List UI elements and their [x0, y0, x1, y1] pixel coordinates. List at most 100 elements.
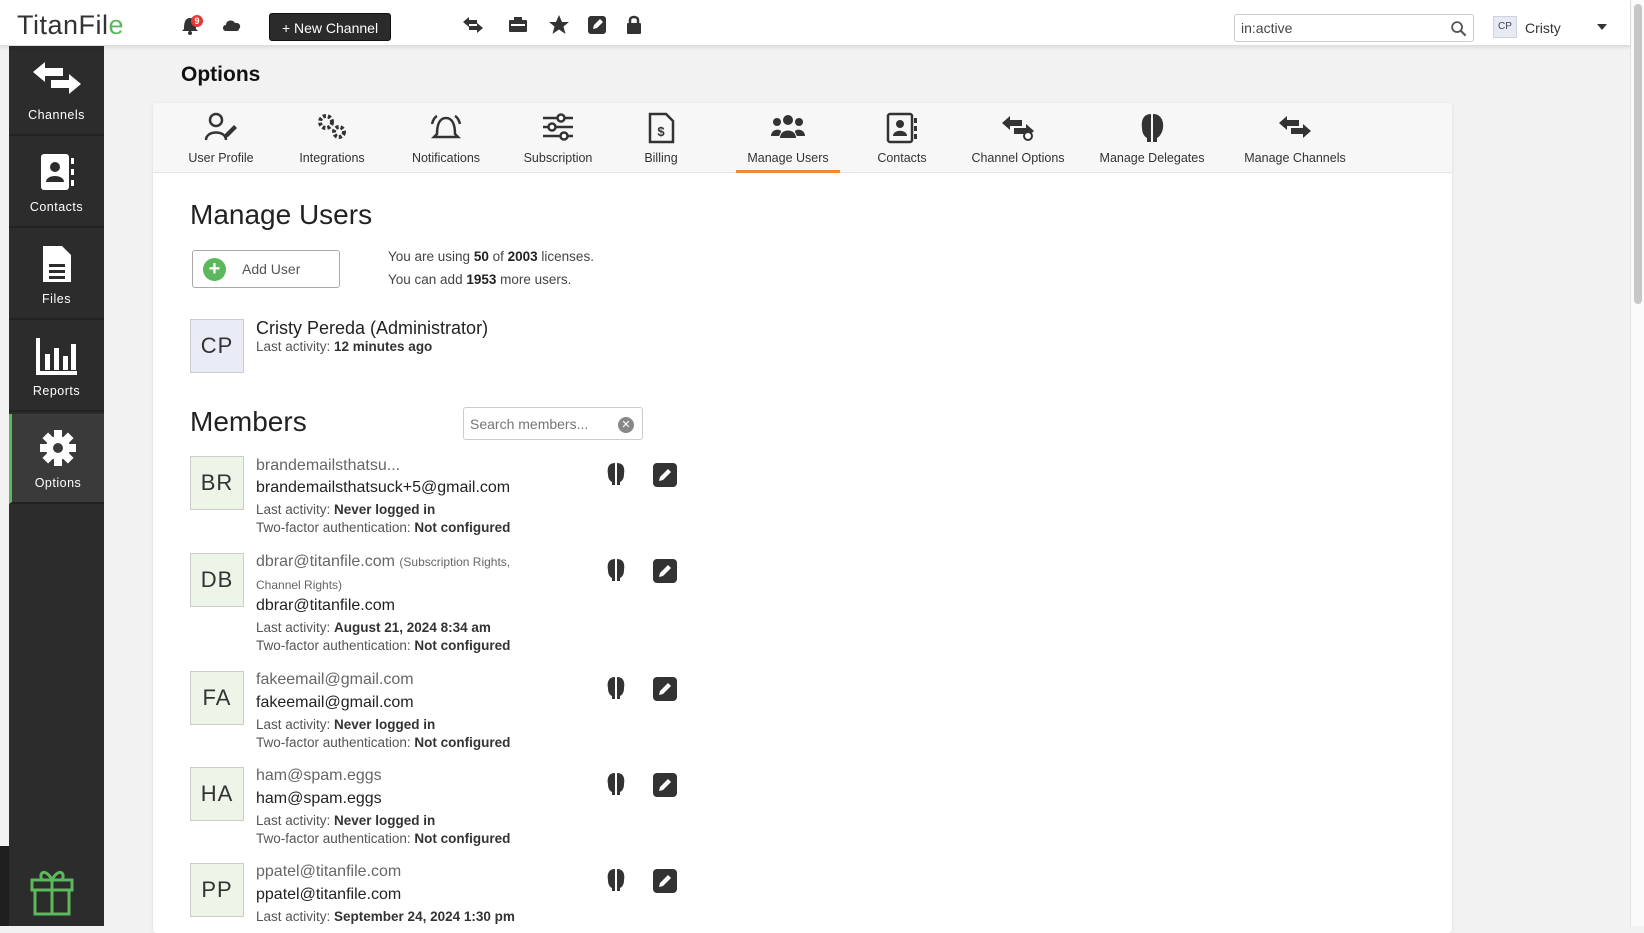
- invoice-icon: $: [648, 112, 675, 144]
- delegate-icon[interactable]: [604, 462, 628, 486]
- tab-contacts[interactable]: Contacts: [854, 103, 950, 173]
- member-email: brandemailsthatsuck+5@gmail.com: [256, 479, 511, 496]
- sidebar: Channels Contacts Files Reports Options: [9, 46, 104, 926]
- member-name: fakeemail@gmail.com: [256, 671, 414, 688]
- member-2fa: Two-factor authentication: Not configure…: [256, 735, 511, 750]
- user-avatar: CP: [1493, 16, 1517, 38]
- member-name: brandemailsthatsu...: [256, 457, 401, 474]
- member-rights-cont: Channel Rights): [256, 578, 343, 592]
- bar-chart-icon: [35, 338, 77, 375]
- edit-icon[interactable]: [653, 869, 677, 893]
- edit-icon[interactable]: [653, 463, 677, 487]
- add-user-button[interactable]: + Add User: [192, 250, 340, 288]
- edit-icon[interactable]: [653, 677, 677, 701]
- arrows-swap-icon: [1279, 116, 1311, 138]
- member-last-activity: Last activity: Never logged in: [256, 717, 436, 732]
- cloud-icon[interactable]: [220, 13, 244, 37]
- top-bar: TitanFile 9 + New Channel CP Cristy: [0, 0, 1630, 46]
- member-name: dbrar@titanfile.com (Subscription Rights…: [256, 553, 511, 570]
- gears-icon: [318, 114, 346, 139]
- admin-name: Cristy Pereda (Administrator): [256, 318, 489, 338]
- member-email: dbrar@titanfile.com: [256, 597, 395, 614]
- tab-manage-users[interactable]: Manage Users: [736, 103, 840, 173]
- member-last-activity: Last activity: Never logged in: [256, 502, 436, 517]
- member-email: fakeemail@gmail.com: [256, 694, 414, 711]
- delegate-icon[interactable]: [604, 868, 628, 892]
- svg-text:$: $: [657, 124, 665, 139]
- user-edit-icon: [204, 112, 237, 141]
- compose-icon[interactable]: [585, 13, 609, 37]
- contact-card-icon: [40, 154, 74, 190]
- users-group-icon: [771, 115, 805, 138]
- clear-search-icon[interactable]: ✕: [618, 417, 634, 433]
- tab-channel-options[interactable]: Channel Options: [960, 103, 1076, 173]
- edit-icon[interactable]: [653, 559, 677, 583]
- members-search-input[interactable]: [464, 408, 614, 439]
- member-last-activity: Last activity: September 24, 2024 1:30 p…: [256, 909, 515, 924]
- notification-bell-icon: [430, 114, 462, 139]
- titanfile-logo[interactable]: TitanFile: [17, 10, 124, 41]
- page-title: Options: [181, 63, 261, 86]
- sidebar-item-contacts[interactable]: Contacts: [9, 138, 104, 228]
- manage-users-heading: Manage Users: [190, 199, 373, 230]
- gift-icon[interactable]: [28, 866, 76, 916]
- tab-billing[interactable]: $ Billing: [613, 103, 709, 173]
- member-last-activity: Last activity: Never logged in: [256, 813, 436, 828]
- member-2fa: Two-factor authentication: Not configure…: [256, 520, 511, 535]
- channel-settings-icon: [1002, 116, 1034, 141]
- members-search: ✕: [463, 407, 643, 440]
- delegate-icon[interactable]: [604, 676, 628, 700]
- lock-icon[interactable]: [622, 13, 646, 37]
- inbox-tray-icon[interactable]: [506, 13, 530, 37]
- members-heading: Members: [190, 406, 307, 437]
- sidebar-item-reports[interactable]: Reports: [9, 322, 104, 412]
- tab-notifications[interactable]: Notifications: [398, 103, 494, 173]
- page-scrollbar[interactable]: [1630, 0, 1644, 926]
- license-remaining-text: You can add 1953 more users.: [388, 272, 572, 287]
- tab-user-profile[interactable]: User Profile: [173, 103, 269, 173]
- delegate-icon[interactable]: [604, 558, 628, 582]
- member-name: ham@spam.eggs: [256, 767, 382, 784]
- member-2fa: Two-factor authentication: Not configure…: [256, 831, 511, 846]
- admin-last-activity: Last activity: 12 minutes ago: [256, 339, 433, 354]
- user-name: Cristy: [1525, 20, 1561, 36]
- sidebar-item-files[interactable]: Files: [9, 230, 104, 320]
- tab-subscription[interactable]: Subscription: [510, 103, 606, 173]
- member-avatar: HA: [190, 767, 244, 821]
- member-2fa: Two-factor authentication: Not configure…: [256, 638, 511, 653]
- file-icon: [42, 246, 71, 282]
- member-avatar: PP: [190, 863, 244, 917]
- chevron-down-icon[interactable]: [1597, 24, 1607, 30]
- star-icon[interactable]: [547, 13, 571, 37]
- sidebar-item-channels[interactable]: Channels: [9, 46, 104, 136]
- tab-integrations[interactable]: Integrations: [284, 103, 380, 173]
- member-email: ppatel@titanfile.com: [256, 886, 402, 903]
- new-channel-button[interactable]: + New Channel: [269, 13, 391, 41]
- search-icon[interactable]: [1450, 20, 1467, 37]
- member-last-activity: Last activity: August 21, 2024 8:34 am: [256, 620, 491, 635]
- global-search-input[interactable]: [1235, 15, 1435, 41]
- sidebar-item-options[interactable]: Options: [9, 414, 104, 504]
- admin-avatar: CP: [190, 319, 244, 373]
- member-avatar: DB: [190, 553, 244, 607]
- plus-circle-icon: +: [203, 258, 226, 281]
- member-avatar: BR: [190, 456, 244, 510]
- options-tabs: User Profile Integrations Notifications …: [153, 103, 1452, 173]
- delegate-icon[interactable]: [604, 772, 628, 796]
- scrollbar-thumb[interactable]: [1634, 4, 1642, 304]
- member-rights: (Subscription Rights,: [399, 555, 511, 569]
- license-usage-text: You are using 50 of 2003 licenses.: [388, 249, 594, 264]
- channels-arrows-icon[interactable]: [461, 13, 485, 37]
- edit-icon[interactable]: [653, 773, 677, 797]
- notification-badge: 9: [191, 15, 203, 27]
- member-avatar: FA: [190, 671, 244, 725]
- gear-icon: [40, 430, 76, 466]
- tab-manage-delegates[interactable]: Manage Delegates: [1094, 103, 1210, 173]
- sliders-icon: [543, 113, 573, 141]
- tab-manage-channels[interactable]: Manage Channels: [1235, 103, 1355, 173]
- member-email: ham@spam.eggs: [256, 790, 382, 807]
- arrows-icon: [32, 62, 81, 94]
- window-edge: [0, 846, 9, 926]
- global-search: [1234, 14, 1474, 42]
- delegate-heads-icon: [1141, 114, 1164, 142]
